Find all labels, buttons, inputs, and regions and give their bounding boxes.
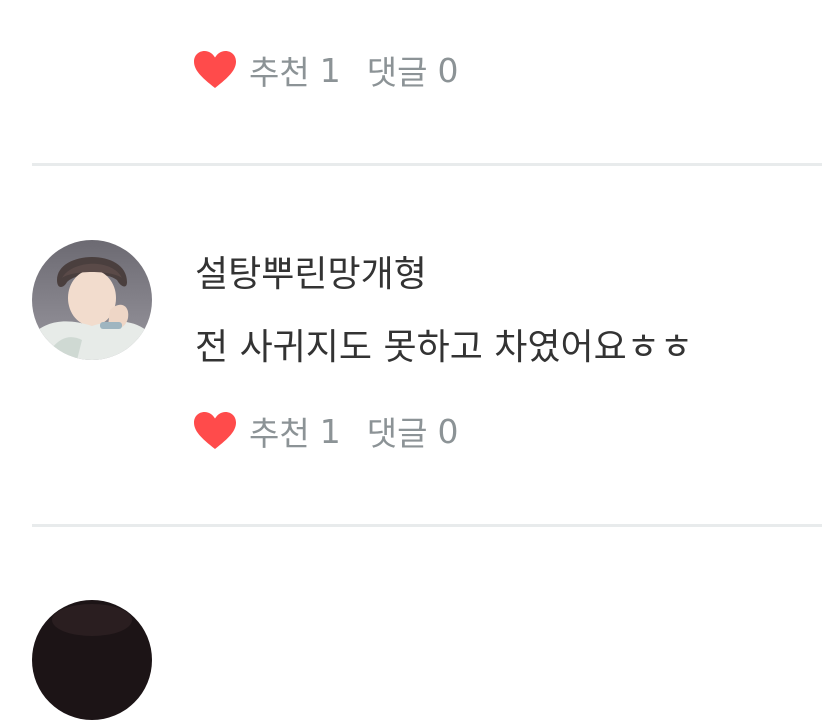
like-count: 1: [319, 411, 341, 451]
avatar[interactable]: [32, 600, 152, 720]
reply-label[interactable]: 댓글: [367, 46, 428, 94]
comment-divider: [32, 163, 822, 166]
reply-label[interactable]: 댓글: [367, 407, 428, 455]
avatar[interactable]: [32, 240, 152, 360]
comment-actions: 추천 1 댓글 0: [193, 48, 484, 92]
like-label[interactable]: 추천: [249, 407, 310, 455]
heart-icon[interactable]: [193, 50, 237, 90]
like-count: 1: [319, 50, 341, 90]
reply-count: 0: [437, 411, 459, 451]
heart-icon[interactable]: [193, 411, 237, 451]
comment-divider: [32, 524, 822, 527]
reply-count: 0: [437, 50, 459, 90]
comment-author[interactable]: 설탕뿌린망개형: [195, 245, 427, 297]
comment-text: 전 사귀지도 못하고 차였어요ㅎㅎ: [195, 327, 694, 368]
like-label[interactable]: 추천: [249, 46, 310, 94]
comment-actions: 추천 1 댓글 0: [193, 409, 484, 453]
